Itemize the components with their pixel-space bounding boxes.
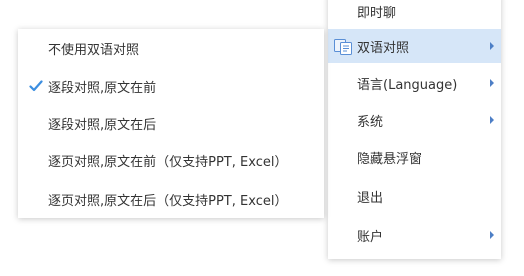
menu-item-instant-chat[interactable]: 即时聊 xyxy=(328,0,501,28)
submenu-arrow-icon xyxy=(490,79,494,87)
menu-item-system[interactable]: 系统 xyxy=(328,103,501,137)
menu-item-label: 隐藏悬浮窗 xyxy=(357,151,423,167)
submenu-item-paragraph-original-after[interactable]: 逐段对照,原文在后 xyxy=(18,106,324,140)
submenu-arrow-icon xyxy=(490,116,494,124)
menu-item-exit[interactable]: 退出 xyxy=(328,179,501,213)
submenu-arrow-icon xyxy=(490,231,494,239)
context-menu: 即时聊 双语对照 语言(Language) 系统 隐藏悬浮窗 退出 账户 xyxy=(328,0,501,259)
menu-item-bilingual[interactable]: 双语对照 xyxy=(328,29,501,63)
submenu-item-no-bilingual[interactable]: 不使用双语对照 xyxy=(18,31,324,65)
menu-item-label: 即时聊 xyxy=(357,5,397,21)
menu-item-label: 双语对照 xyxy=(357,40,410,56)
menu-item-label: 退出 xyxy=(357,190,384,206)
bilingual-submenu: 不使用双语对照 逐段对照,原文在前 逐段对照,原文在后 逐页对照,原文在前（仅支… xyxy=(18,29,324,218)
menu-item-label: 系统 xyxy=(357,114,384,130)
submenu-item-label: 不使用双语对照 xyxy=(48,42,140,58)
submenu-item-page-original-after[interactable]: 逐页对照,原文在后（仅支持PPT, Excel） xyxy=(18,182,324,216)
menu-item-account[interactable]: 账户 xyxy=(328,218,501,252)
submenu-item-page-original-first[interactable]: 逐页对照,原文在前（仅支持PPT, Excel） xyxy=(18,143,324,177)
checkmark-icon xyxy=(29,80,43,92)
submenu-item-paragraph-original-first[interactable]: 逐段对照,原文在前 xyxy=(18,69,324,103)
submenu-arrow-icon xyxy=(490,42,494,50)
menu-item-label: 账户 xyxy=(357,229,384,245)
submenu-item-label: 逐段对照,原文在前 xyxy=(48,80,157,96)
menu-item-hide-float-window[interactable]: 隐藏悬浮窗 xyxy=(328,140,501,174)
menu-item-language[interactable]: 语言(Language) xyxy=(328,66,501,100)
bilingual-icon xyxy=(334,39,352,55)
submenu-item-label: 逐页对照,原文在前（仅支持PPT, Excel） xyxy=(48,154,288,170)
menu-item-label: 语言(Language) xyxy=(357,77,458,93)
submenu-item-label: 逐段对照,原文在后 xyxy=(48,117,157,133)
submenu-item-label: 逐页对照,原文在后（仅支持PPT, Excel） xyxy=(48,193,288,209)
